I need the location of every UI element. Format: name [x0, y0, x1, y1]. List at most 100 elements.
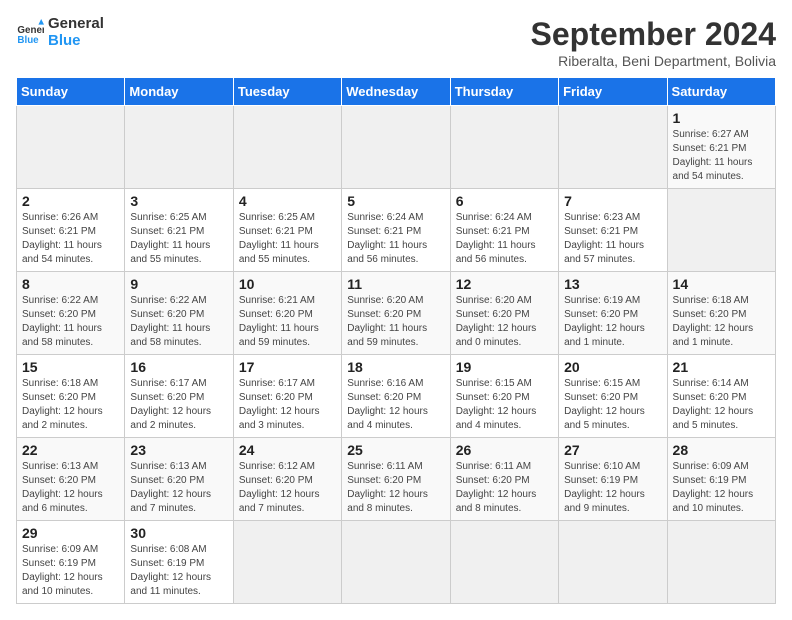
calendar-cell: 28 Sunrise: 6:09 AMSunset: 6:19 PMDayligh… [667, 438, 775, 521]
logo: General Blue General Blue [16, 16, 104, 49]
calendar-cell: 4Sunrise: 6:25 AMSunset: 6:21 PMDaylight… [233, 189, 341, 272]
calendar-cell [559, 521, 667, 604]
calendar-cell: 30Sunrise: 6:08 AMSunset: 6:19 PMDayligh… [125, 521, 233, 604]
calendar-table: SundayMondayTuesdayWednesdayThursdayFrid… [16, 77, 776, 604]
day-number: 5 [347, 193, 444, 209]
day-number: 21 [673, 359, 770, 375]
calendar-cell: 8 Sunrise: 6:22 AMSunset: 6:20 PMDaylight… [17, 272, 125, 355]
day-info: Sunrise: 6:21 AMSunset: 6:20 PMDaylight:… [239, 295, 319, 348]
day-info: Sunrise: 6:08 AMSunset: 6:19 PMDaylight:… [130, 544, 211, 597]
calendar-cell: 1 Sunrise: 6:27 AMSunset: 6:21 PMDaylight… [667, 106, 775, 189]
day-header-sunday: Sunday [17, 78, 125, 106]
day-header-monday: Monday [125, 78, 233, 106]
calendar-cell [667, 521, 775, 604]
day-number: 27 [564, 442, 661, 458]
day-number: 15 [22, 359, 119, 375]
day-info: Sunrise: 6:26 AMSunset: 6:21 PMDaylight:… [22, 212, 102, 265]
month-title: September 2024 [531, 16, 776, 53]
calendar-cell: 5 Sunrise: 6:24 AMSunset: 6:21 PMDaylight… [342, 189, 450, 272]
calendar-cell: 20 Sunrise: 6:15 AMSunset: 6:20 PMDayligh… [559, 355, 667, 438]
calendar-cell [17, 106, 125, 189]
day-number: 12 [456, 276, 553, 292]
day-number: 11 [347, 276, 444, 292]
day-info: Sunrise: 6:14 AMSunset: 6:20 PMDaylight:… [673, 378, 754, 431]
day-info: Sunrise: 6:13 AMSunset: 6:20 PMDaylight:… [130, 461, 211, 514]
page-header: General Blue General Blue September 2024… [16, 16, 776, 69]
day-number: 28 [673, 442, 770, 458]
calendar-cell: 7Sunrise: 6:23 AMSunset: 6:21 PMDaylight… [559, 189, 667, 272]
calendar-cell: 9 Sunrise: 6:22 AMSunset: 6:20 PMDaylight… [125, 272, 233, 355]
day-info: Sunrise: 6:11 AMSunset: 6:20 PMDaylight:… [456, 461, 537, 514]
logo-blue: Blue [48, 33, 104, 50]
calendar-cell: 11 Sunrise: 6:20 AMSunset: 6:20 PMDayligh… [342, 272, 450, 355]
calendar-cell: 19 Sunrise: 6:15 AMSunset: 6:20 PMDayligh… [450, 355, 558, 438]
day-info: Sunrise: 6:15 AMSunset: 6:20 PMDaylight:… [456, 378, 537, 431]
day-number: 24 [239, 442, 336, 458]
title-block: September 2024 Riberalta, Beni Departmen… [531, 16, 776, 69]
day-number: 14 [673, 276, 770, 292]
day-number: 20 [564, 359, 661, 375]
calendar-cell [450, 106, 558, 189]
day-number: 10 [239, 276, 336, 292]
calendar-cell: 27 Sunrise: 6:10 AMSunset: 6:19 PMDayligh… [559, 438, 667, 521]
day-number: 13 [564, 276, 661, 292]
day-number: 9 [130, 276, 227, 292]
calendar-cell: 2 Sunrise: 6:26 AMSunset: 6:21 PMDaylight… [17, 189, 125, 272]
calendar-cell: 15Sunrise: 6:18 AMSunset: 6:20 PMDayligh… [17, 355, 125, 438]
calendar-cell: 16 Sunrise: 6:17 AMSunset: 6:20 PMDayligh… [125, 355, 233, 438]
calendar-cell [233, 521, 341, 604]
day-number: 17 [239, 359, 336, 375]
day-number: 1 [673, 110, 770, 126]
day-info: Sunrise: 6:20 AMSunset: 6:20 PMDaylight:… [347, 295, 427, 348]
day-number: 23 [130, 442, 227, 458]
calendar-cell: 23 Sunrise: 6:13 AMSunset: 6:20 PMDayligh… [125, 438, 233, 521]
day-info: Sunrise: 6:17 AMSunset: 6:20 PMDaylight:… [130, 378, 211, 431]
day-info: Sunrise: 6:09 AMSunset: 6:19 PMDaylight:… [22, 544, 103, 597]
day-info: Sunrise: 6:15 AMSunset: 6:20 PMDaylight:… [564, 378, 645, 431]
day-number: 26 [456, 442, 553, 458]
day-info: Sunrise: 6:12 AMSunset: 6:20 PMDaylight:… [239, 461, 320, 514]
calendar-cell [342, 521, 450, 604]
svg-text:Blue: Blue [17, 34, 39, 45]
calendar-cell: 14Sunrise: 6:18 AMSunset: 6:20 PMDayligh… [667, 272, 775, 355]
day-header-thursday: Thursday [450, 78, 558, 106]
day-info: Sunrise: 6:24 AMSunset: 6:21 PMDaylight:… [347, 212, 427, 265]
calendar-cell: 3 Sunrise: 6:25 AMSunset: 6:21 PMDaylight… [125, 189, 233, 272]
day-number: 3 [130, 193, 227, 209]
calendar-cell: 12 Sunrise: 6:20 AMSunset: 6:20 PMDayligh… [450, 272, 558, 355]
calendar-cell: 18Sunrise: 6:16 AMSunset: 6:20 PMDayligh… [342, 355, 450, 438]
day-info: Sunrise: 6:11 AMSunset: 6:20 PMDaylight:… [347, 461, 428, 514]
day-info: Sunrise: 6:25 AMSunset: 6:21 PMDaylight:… [130, 212, 210, 265]
calendar-cell: 10 Sunrise: 6:21 AMSunset: 6:20 PMDayligh… [233, 272, 341, 355]
day-header-friday: Friday [559, 78, 667, 106]
day-number: 6 [456, 193, 553, 209]
day-info: Sunrise: 6:10 AMSunset: 6:19 PMDaylight:… [564, 461, 645, 514]
calendar-cell: 22Sunrise: 6:13 AMSunset: 6:20 PMDayligh… [17, 438, 125, 521]
day-info: Sunrise: 6:22 AMSunset: 6:20 PMDaylight:… [130, 295, 210, 348]
day-info: Sunrise: 6:27 AMSunset: 6:21 PMDaylight:… [673, 129, 753, 182]
calendar-cell [342, 106, 450, 189]
day-info: Sunrise: 6:17 AMSunset: 6:20 PMDaylight:… [239, 378, 320, 431]
day-info: Sunrise: 6:24 AMSunset: 6:21 PMDaylight:… [456, 212, 536, 265]
calendar-cell: 6 Sunrise: 6:24 AMSunset: 6:21 PMDaylight… [450, 189, 558, 272]
day-number: 2 [22, 193, 119, 209]
logo-icon: General Blue [16, 19, 44, 47]
calendar-cell: 24 Sunrise: 6:12 AMSunset: 6:20 PMDayligh… [233, 438, 341, 521]
day-number: 19 [456, 359, 553, 375]
day-number: 25 [347, 442, 444, 458]
calendar-cell [559, 106, 667, 189]
calendar-cell: 26 Sunrise: 6:11 AMSunset: 6:20 PMDayligh… [450, 438, 558, 521]
calendar-cell: 13Sunrise: 6:19 AMSunset: 6:20 PMDayligh… [559, 272, 667, 355]
day-info: Sunrise: 6:22 AMSunset: 6:20 PMDaylight:… [22, 295, 102, 348]
day-number: 16 [130, 359, 227, 375]
location: Riberalta, Beni Department, Bolivia [531, 53, 776, 69]
day-info: Sunrise: 6:20 AMSunset: 6:20 PMDaylight:… [456, 295, 537, 348]
day-header-wednesday: Wednesday [342, 78, 450, 106]
calendar-cell [450, 521, 558, 604]
day-info: Sunrise: 6:25 AMSunset: 6:21 PMDaylight:… [239, 212, 319, 265]
day-number: 8 [22, 276, 119, 292]
calendar-cell: 17 Sunrise: 6:17 AMSunset: 6:20 PMDayligh… [233, 355, 341, 438]
day-info: Sunrise: 6:16 AMSunset: 6:20 PMDaylight:… [347, 378, 428, 431]
calendar-cell: 21 Sunrise: 6:14 AMSunset: 6:20 PMDayligh… [667, 355, 775, 438]
day-info: Sunrise: 6:09 AMSunset: 6:19 PMDaylight:… [673, 461, 754, 514]
